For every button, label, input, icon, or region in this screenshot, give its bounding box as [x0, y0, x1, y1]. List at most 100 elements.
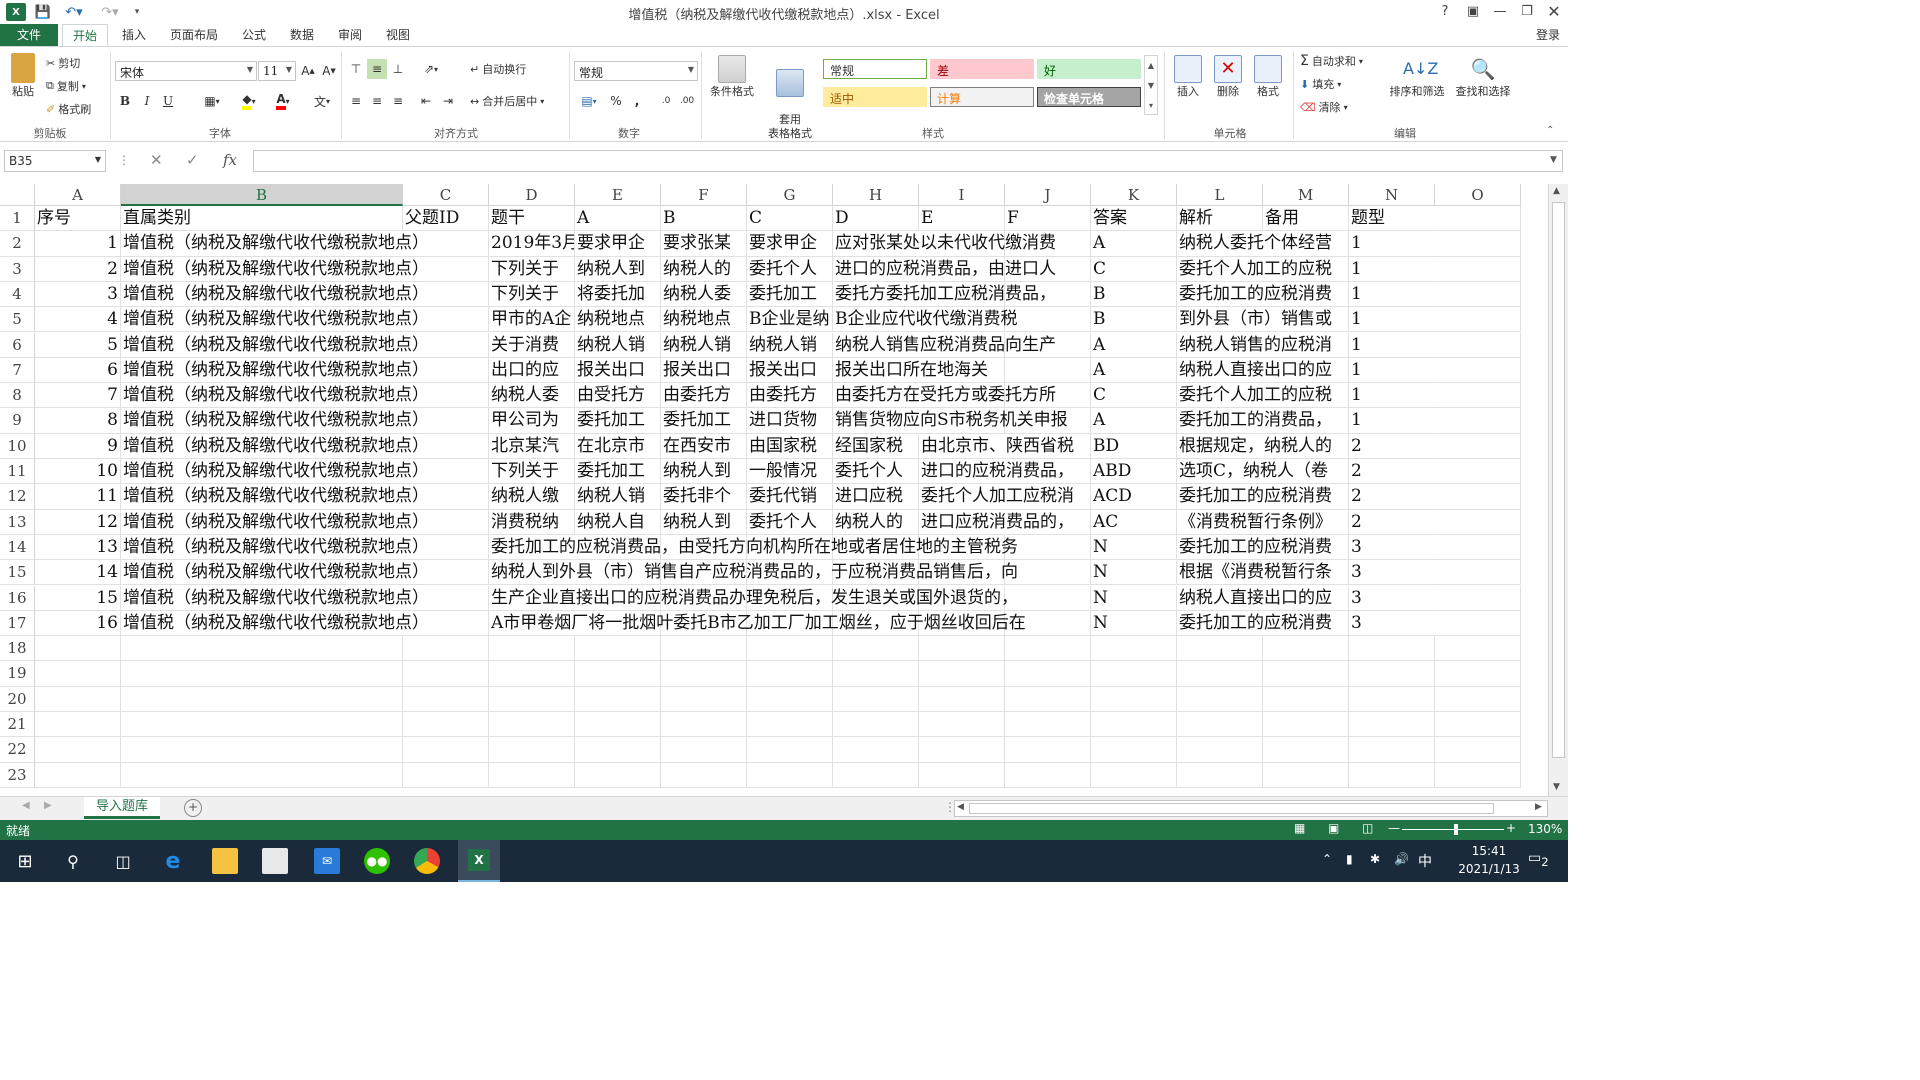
bold-button[interactable]: B [115, 91, 135, 111]
cancel-icon[interactable]: ✕ [150, 151, 163, 169]
comma-button[interactable]: , [627, 91, 647, 111]
style-calculation[interactable]: 计算 [930, 87, 1034, 107]
cell-k[interactable]: N [1091, 610, 1177, 637]
cell-h[interactable]: 纳税人销售应税消费品向生产 [833, 333, 1056, 358]
cell-f[interactable]: 在西安市 [661, 433, 747, 459]
cell-l[interactable] [1177, 762, 1263, 788]
cell-k[interactable] [1091, 762, 1177, 788]
row-header[interactable]: 4 [0, 281, 35, 308]
cell-d[interactable]: 下列关于 [489, 459, 575, 485]
cell-b[interactable] [121, 737, 403, 763]
cell-e[interactable] [575, 661, 661, 687]
windows-start-icon[interactable]: ⊞ [12, 848, 38, 874]
currency-icon[interactable]: ▤ ▾ [574, 91, 604, 111]
tab-insert[interactable]: 插入 [114, 24, 154, 46]
cell-a[interactable]: 8 [35, 408, 121, 434]
header-cell[interactable]: 父题ID [403, 206, 489, 232]
cell-h[interactable]: B企业应代收代缴消费税 [833, 307, 1018, 333]
cell-k[interactable]: C [1091, 383, 1177, 409]
cell-l[interactable] [1177, 686, 1263, 712]
cell-k[interactable]: N [1091, 585, 1177, 611]
row-header[interactable]: 12 [0, 484, 35, 510]
cell-m[interactable] [1263, 636, 1349, 662]
login-link[interactable]: 登录 [1530, 24, 1566, 46]
cell-a[interactable]: 15 [35, 585, 121, 611]
tab-view[interactable]: 视图 [378, 24, 418, 46]
row-header[interactable]: 18 [0, 636, 35, 662]
column-header-d[interactable]: D [489, 184, 575, 206]
cell-b[interactable]: 增值税（纳税及解缴代收代缴税款地点） [121, 231, 429, 257]
cell-n[interactable] [1349, 712, 1435, 738]
cell-g[interactable]: 委托个人 [747, 509, 833, 535]
cell-e[interactable]: 纳税人销 [575, 484, 661, 510]
cell-k[interactable]: ABD [1091, 459, 1177, 485]
cell-o[interactable] [1435, 686, 1521, 712]
cell-j[interactable] [1005, 712, 1091, 738]
column-header-m[interactable]: M [1263, 184, 1349, 206]
zoom-out-icon[interactable]: — [1388, 821, 1400, 835]
column-header-k[interactable]: K [1091, 184, 1177, 206]
align-center-icon[interactable]: ≡ [367, 91, 387, 111]
cell-f[interactable]: 纳税地点 [661, 307, 747, 333]
cell-k[interactable] [1091, 661, 1177, 687]
formula-input[interactable] [253, 150, 1563, 172]
row-header[interactable]: 6 [0, 332, 35, 358]
cell-d[interactable] [489, 762, 575, 788]
cell-j[interactable] [1005, 737, 1091, 763]
cell-h[interactable]: 经国家税 [833, 433, 919, 459]
cell-k[interactable]: C [1091, 256, 1177, 282]
cell-l[interactable] [1177, 661, 1263, 687]
cell-h[interactable]: 委托方委托加工应税消费品， [833, 282, 1056, 308]
cell-o[interactable] [1435, 610, 1521, 637]
align-top-icon[interactable]: ⊤ [346, 59, 366, 79]
cell-g[interactable]: 由国家税 [747, 433, 833, 459]
next-sheet-icon[interactable]: ▶ [44, 800, 52, 811]
cell-j[interactable] [1005, 661, 1091, 687]
cell-e[interactable] [575, 712, 661, 738]
cell-g[interactable]: 委托加工 [747, 281, 833, 308]
cell-c[interactable] [403, 762, 489, 788]
cell-g[interactable] [747, 661, 833, 687]
cell-h[interactable]: 进口应税 [833, 484, 919, 510]
cell-f[interactable]: 要求张某 [661, 231, 747, 257]
cell-a[interactable] [35, 661, 121, 687]
row-header[interactable]: 9 [0, 408, 35, 434]
column-header-a[interactable]: A [35, 184, 121, 206]
cell-d[interactable] [489, 737, 575, 763]
cell-g[interactable] [747, 636, 833, 662]
cell-a[interactable]: 14 [35, 560, 121, 586]
page-break-view-icon[interactable]: ◫ [1362, 821, 1373, 835]
cell-d[interactable]: 纳税人委 [489, 383, 575, 409]
header-cell[interactable]: D [833, 206, 919, 232]
font-size-select[interactable]: 11 ▼ [258, 61, 296, 81]
cell-k[interactable]: A [1091, 357, 1177, 384]
cell-b[interactable]: 增值税（纳税及解缴代收代缴税款地点） [121, 307, 429, 333]
cell-j[interactable] [1005, 686, 1091, 712]
cell-d[interactable] [489, 661, 575, 687]
zoom-level[interactable]: 130% [1528, 822, 1562, 836]
cell-c[interactable] [403, 636, 489, 662]
row-header[interactable]: 1 [0, 206, 35, 232]
cell-f[interactable]: 纳税人到 [661, 509, 747, 535]
align-right-icon[interactable]: ≡ [388, 91, 408, 111]
sheet-tab-import[interactable]: 导入题库 [84, 797, 160, 819]
header-cell[interactable]: 序号 [35, 206, 121, 232]
cell-o[interactable] [1435, 712, 1521, 738]
enter-icon[interactable]: ✓ [186, 151, 199, 169]
ribbon-display-options-icon[interactable]: ▣ [1460, 0, 1486, 22]
cell-f[interactable]: 纳税人的 [661, 256, 747, 282]
cell-o[interactable] [1435, 307, 1521, 333]
wrap-text-button[interactable]: ↵ 自动换行 [470, 61, 526, 77]
cell-e[interactable]: 委托加工 [575, 408, 661, 434]
cell-l[interactable]: 根据规定，纳税人的 [1177, 434, 1332, 459]
cell-o[interactable] [1435, 737, 1521, 763]
column-header-o[interactable]: O [1435, 184, 1521, 206]
cell-i[interactable]: 委托个人加工应税消 [919, 484, 1074, 510]
cell-h[interactable] [833, 762, 919, 788]
cell-k[interactable] [1091, 737, 1177, 763]
cell-h[interactable]: 报关出口所在地海关 [833, 358, 988, 384]
battery-icon[interactable]: ▮ [1346, 852, 1353, 866]
name-box[interactable]: B35 ▼ [4, 150, 106, 172]
cell-a[interactable]: 12 [35, 509, 121, 535]
cell-l[interactable] [1177, 712, 1263, 738]
